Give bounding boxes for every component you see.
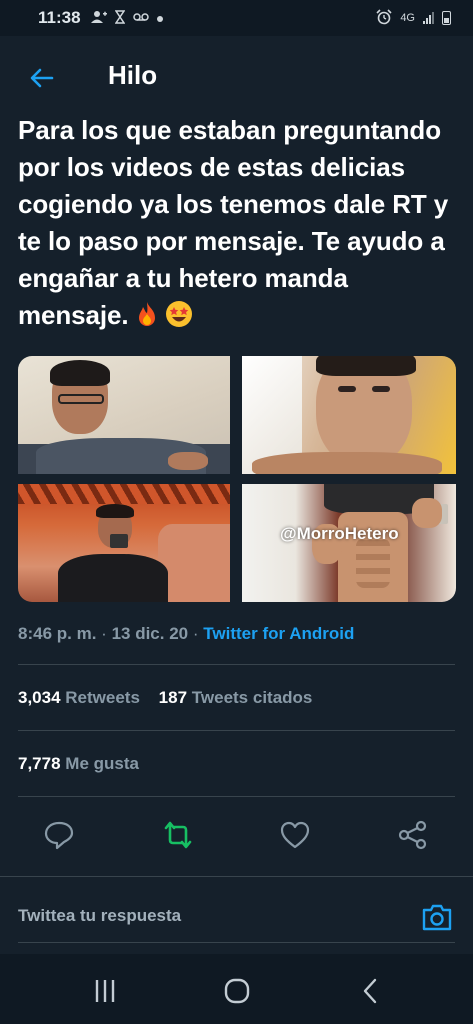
like-button[interactable] xyxy=(278,818,314,854)
page-title: Hilo xyxy=(108,60,158,90)
reply-icon xyxy=(44,821,74,850)
divider xyxy=(18,664,455,665)
add-user-icon xyxy=(90,10,107,27)
tweet-source-link[interactable]: Twitter for Android xyxy=(203,624,354,643)
divider xyxy=(0,876,473,877)
notification-dot-icon xyxy=(156,11,163,25)
arrow-left-icon xyxy=(30,68,54,88)
status-time: 11:38 xyxy=(38,8,81,27)
media-photo-4[interactable]: @MorroHetero xyxy=(242,484,456,602)
media-photo-2[interactable] xyxy=(242,356,456,474)
chevron-left-icon xyxy=(363,978,377,1004)
camera-button[interactable] xyxy=(421,902,453,932)
tweet-meta: 8:46 p. m. · 13 dic. 20 · Twitter for An… xyxy=(18,624,354,644)
media-watermark: @MorroHetero xyxy=(280,524,399,543)
back-nav-button[interactable] xyxy=(356,976,386,1006)
meta-separator-1: · xyxy=(101,624,107,643)
reply-bar: Twittea tu respuesta xyxy=(18,892,455,942)
quotes-label: Tweets citados xyxy=(191,688,313,707)
share-icon xyxy=(398,820,427,850)
tweet-text: Para los que estaban preguntando por los… xyxy=(18,112,458,334)
heart-icon xyxy=(280,821,310,849)
media-photo-3[interactable] xyxy=(18,484,230,602)
hourglass-icon xyxy=(114,9,125,27)
meta-separator-2: · xyxy=(192,624,199,643)
divider xyxy=(18,796,455,797)
tweet-time: 8:46 p. m. xyxy=(18,624,97,643)
recent-apps-button[interactable] xyxy=(90,976,120,1006)
divider xyxy=(18,942,455,943)
likes-count: 7,778 xyxy=(18,754,61,773)
reply-button[interactable] xyxy=(42,818,78,854)
alarm-icon xyxy=(376,8,392,28)
battery-icon xyxy=(442,11,451,25)
app-bar: Hilo xyxy=(0,36,473,118)
likes-link[interactable]: 7,778 Me gusta xyxy=(18,754,139,773)
status-right-icons: 4G xyxy=(376,8,451,28)
tweet-actions xyxy=(0,808,473,858)
tweet-body: Para los que estaban preguntando por los… xyxy=(18,115,449,330)
home-button[interactable] xyxy=(222,976,252,1006)
camera-icon xyxy=(422,904,452,931)
retweet-icon xyxy=(164,821,192,849)
divider xyxy=(18,730,455,731)
status-bar: 11:38 4G xyxy=(0,0,473,36)
network-type: 4G xyxy=(400,12,415,24)
signal-icon xyxy=(423,12,434,24)
media-grid: @MorroHetero xyxy=(18,356,456,602)
like-stats: 7,778 Me gusta xyxy=(18,754,153,774)
system-nav-bar xyxy=(0,954,473,1024)
quotes-count: 187 xyxy=(158,688,188,707)
back-button[interactable] xyxy=(26,62,58,94)
quote-tweets-link[interactable]: 187 Tweets citados xyxy=(159,688,313,707)
share-button[interactable] xyxy=(396,818,432,854)
retweets-link[interactable]: 3,034 Retweets xyxy=(18,688,140,707)
recent-apps-icon xyxy=(95,980,115,1002)
voicemail-icon xyxy=(132,11,149,25)
home-icon xyxy=(224,978,250,1004)
likes-label: Me gusta xyxy=(65,754,139,773)
media-photo-1[interactable] xyxy=(18,356,230,474)
retweet-button[interactable] xyxy=(160,818,196,854)
star-struck-emoji-icon xyxy=(165,300,193,328)
tweet-date: 13 dic. 20 xyxy=(111,624,189,643)
fire-emoji-icon xyxy=(133,300,161,328)
retweet-stats: 3,034 Retweets 187 Tweets citados xyxy=(18,688,326,708)
reply-input[interactable]: Twittea tu respuesta xyxy=(18,906,181,926)
retweets-label: Retweets xyxy=(65,688,140,707)
retweets-count: 3,034 xyxy=(18,688,61,707)
